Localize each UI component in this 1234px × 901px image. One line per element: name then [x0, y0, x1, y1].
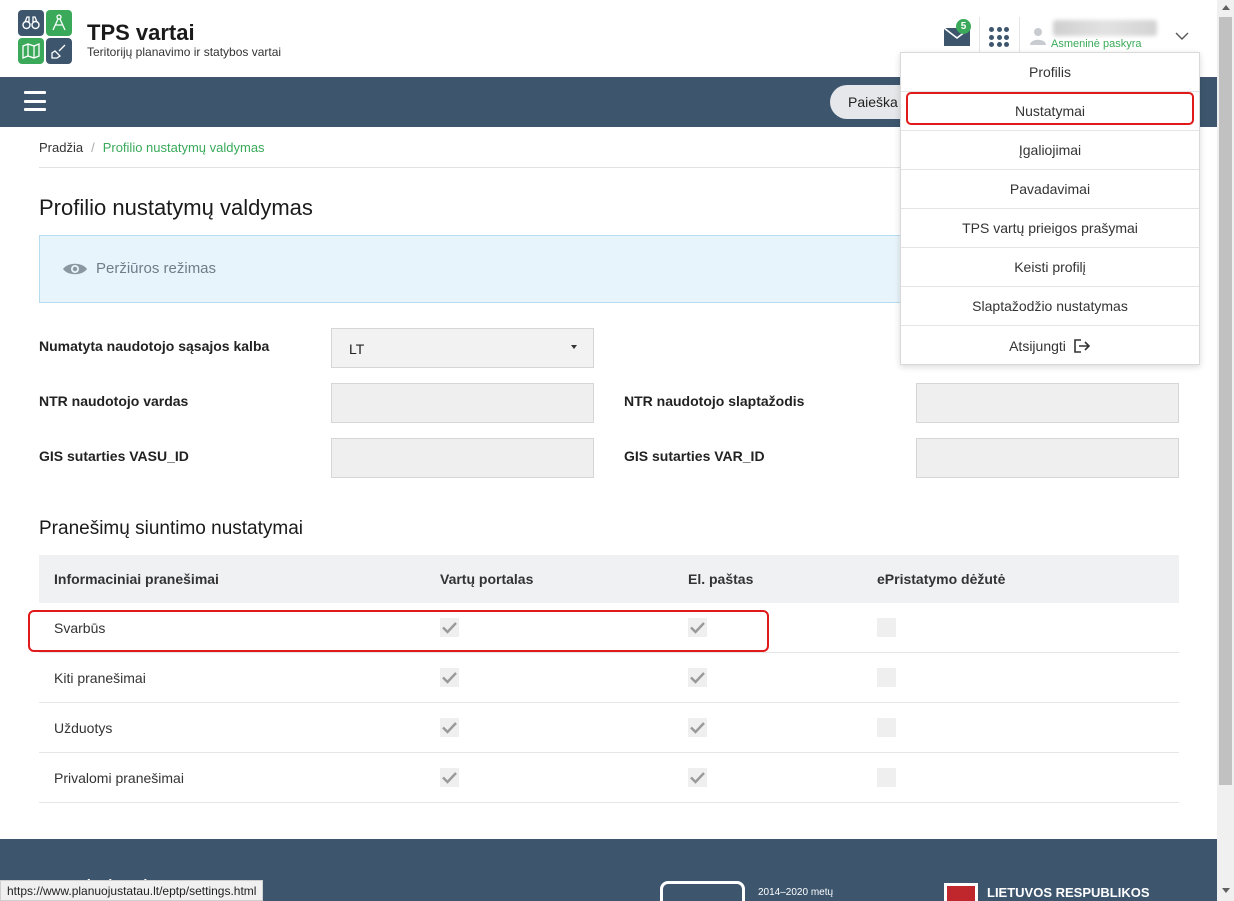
header-divider: [1019, 17, 1020, 55]
menu-item-label: Atsijungti: [1009, 337, 1066, 354]
menu-item-label: Slaptažodžio nustatymas: [972, 298, 1128, 314]
portal-checkbox[interactable]: [440, 718, 459, 737]
view-mode-text: Peržiūros režimas: [96, 260, 217, 277]
header-divider: [979, 17, 980, 55]
menu-item-igaliojimai[interactable]: Įgaliojimai: [901, 131, 1199, 170]
menu-item-label: Pavadavimai: [1009, 181, 1091, 197]
column-header-email: El. paštas: [688, 571, 754, 587]
table-row: Užduotys: [39, 703, 1179, 753]
table-row: Kiti pranešimai: [39, 653, 1179, 703]
table-header: Informaciniai pranešimai Vartų portalas …: [39, 555, 1179, 603]
eu-funds-logo: [660, 881, 745, 901]
binoculars-icon: [18, 10, 44, 36]
ebox-checkbox[interactable]: [877, 718, 896, 737]
breadcrumb-current[interactable]: Profilio nustatymų valdymas: [103, 140, 265, 155]
language-select[interactable]: LT: [331, 328, 594, 368]
menu-item-profilis[interactable]: Profilis: [901, 53, 1199, 92]
breadcrumb: Pradžia / Profilio nustatymų valdymas: [39, 140, 265, 155]
brand-subtitle: Teritorijų planavimo ir statybos vartai: [87, 45, 282, 59]
portal-checkbox[interactable]: [440, 668, 459, 687]
logout-icon: [1074, 338, 1091, 353]
user-icon: [1030, 28, 1046, 45]
page-title: Profilio nustatymų valdymas: [39, 195, 313, 220]
ntr-username-label: NTR naudotojo vardas: [39, 393, 189, 409]
breadcrumb-separator: /: [91, 140, 95, 155]
eye-icon: [63, 263, 87, 275]
menu-item-label: Keisti profilį: [1014, 259, 1086, 275]
ntr-password-label: NTR naudotojo slaptažodis: [624, 393, 805, 409]
page-scrollbar[interactable]: [1217, 0, 1234, 901]
email-checkbox[interactable]: [688, 668, 707, 687]
ebox-checkbox[interactable]: [877, 618, 896, 637]
scrollbar-thumb[interactable]: [1219, 17, 1232, 785]
menu-item-change-profile[interactable]: Keisti profilį: [901, 248, 1199, 287]
breadcrumb-home[interactable]: Pradžia: [39, 140, 83, 155]
column-header-ebox: ePristatymo dėžutė: [877, 571, 1006, 587]
gis-var-id-field[interactable]: [916, 438, 1179, 478]
notifications-section-title: Pranešimų siuntimo nustatymai: [39, 518, 303, 539]
language-label: Numatyta naudotojo sąsajos kalba: [39, 338, 270, 354]
column-header-portal: Vartų portalas: [440, 571, 534, 587]
compass-icon: [46, 10, 72, 36]
menu-item-label: Įgaliojimai: [1018, 142, 1082, 158]
trowel-icon: [46, 38, 72, 64]
column-header-type: Informaciniai pranešimai: [54, 571, 219, 587]
highlight-svarbus-row: [28, 610, 769, 652]
user-account-type[interactable]: Asmeninė paskyra: [1051, 38, 1142, 50]
status-bar-url: https://www.planuojustatau.lt/eptp/setti…: [0, 880, 264, 901]
highlight-nustatymai: [906, 92, 1194, 125]
menu-item-pavadavimai[interactable]: Pavadavimai: [901, 170, 1199, 209]
scroll-up-arrow-icon[interactable]: [1222, 5, 1230, 10]
email-checkbox[interactable]: [688, 718, 707, 737]
ebox-checkbox[interactable]: [877, 668, 896, 687]
scroll-down-arrow-icon[interactable]: [1222, 888, 1230, 893]
footer-years: 2014–2020 metų: [758, 887, 834, 898]
menu-item-access-requests[interactable]: TPS vartų prieigos prašymai: [901, 209, 1199, 248]
tps-logo[interactable]: [18, 10, 72, 64]
hamburger-menu-icon[interactable]: [24, 91, 46, 111]
menu-item-password-settings[interactable]: Slaptažodžio nustatymas: [901, 287, 1199, 326]
ntr-password-field[interactable]: [916, 383, 1179, 423]
language-select-value: LT: [349, 341, 365, 357]
mail-count-badge: 5: [956, 19, 971, 34]
ebox-checkbox[interactable]: [877, 768, 896, 787]
chevron-down-icon[interactable]: [1175, 31, 1189, 41]
coat-of-arms-icon: [944, 883, 978, 901]
notification-type-label: Užduotys: [54, 720, 113, 736]
caret-down-icon: [571, 345, 577, 349]
menu-item-logout[interactable]: Atsijungti: [901, 326, 1199, 365]
table-row: Privalomi pranešimai: [39, 753, 1179, 803]
apps-grid-icon[interactable]: [989, 27, 1009, 47]
menu-item-label: TPS vartų prieigos prašymai: [962, 220, 1138, 236]
gis-var-id-label: GIS sutarties VAR_ID: [624, 448, 765, 464]
notifications-table: Informaciniai pranešimai Vartų portalas …: [39, 555, 1179, 803]
notification-type-label: Kiti pranešimai: [54, 670, 146, 686]
portal-checkbox[interactable]: [440, 768, 459, 787]
menu-item-label: Profilis: [1028, 64, 1071, 80]
brand-title[interactable]: TPS vartai: [87, 20, 195, 46]
ntr-username-field[interactable]: [331, 383, 594, 423]
map-icon: [18, 38, 44, 64]
email-checkbox[interactable]: [688, 768, 707, 787]
footer-republic-label: LIETUVOS RESPUBLIKOS: [987, 885, 1150, 900]
gis-vasu-id-field[interactable]: [331, 438, 594, 478]
gis-vasu-id-label: GIS sutarties VASU_ID: [39, 448, 189, 464]
user-name-blurred[interactable]: [1053, 20, 1157, 36]
notification-type-label: Privalomi pranešimai: [54, 770, 184, 786]
